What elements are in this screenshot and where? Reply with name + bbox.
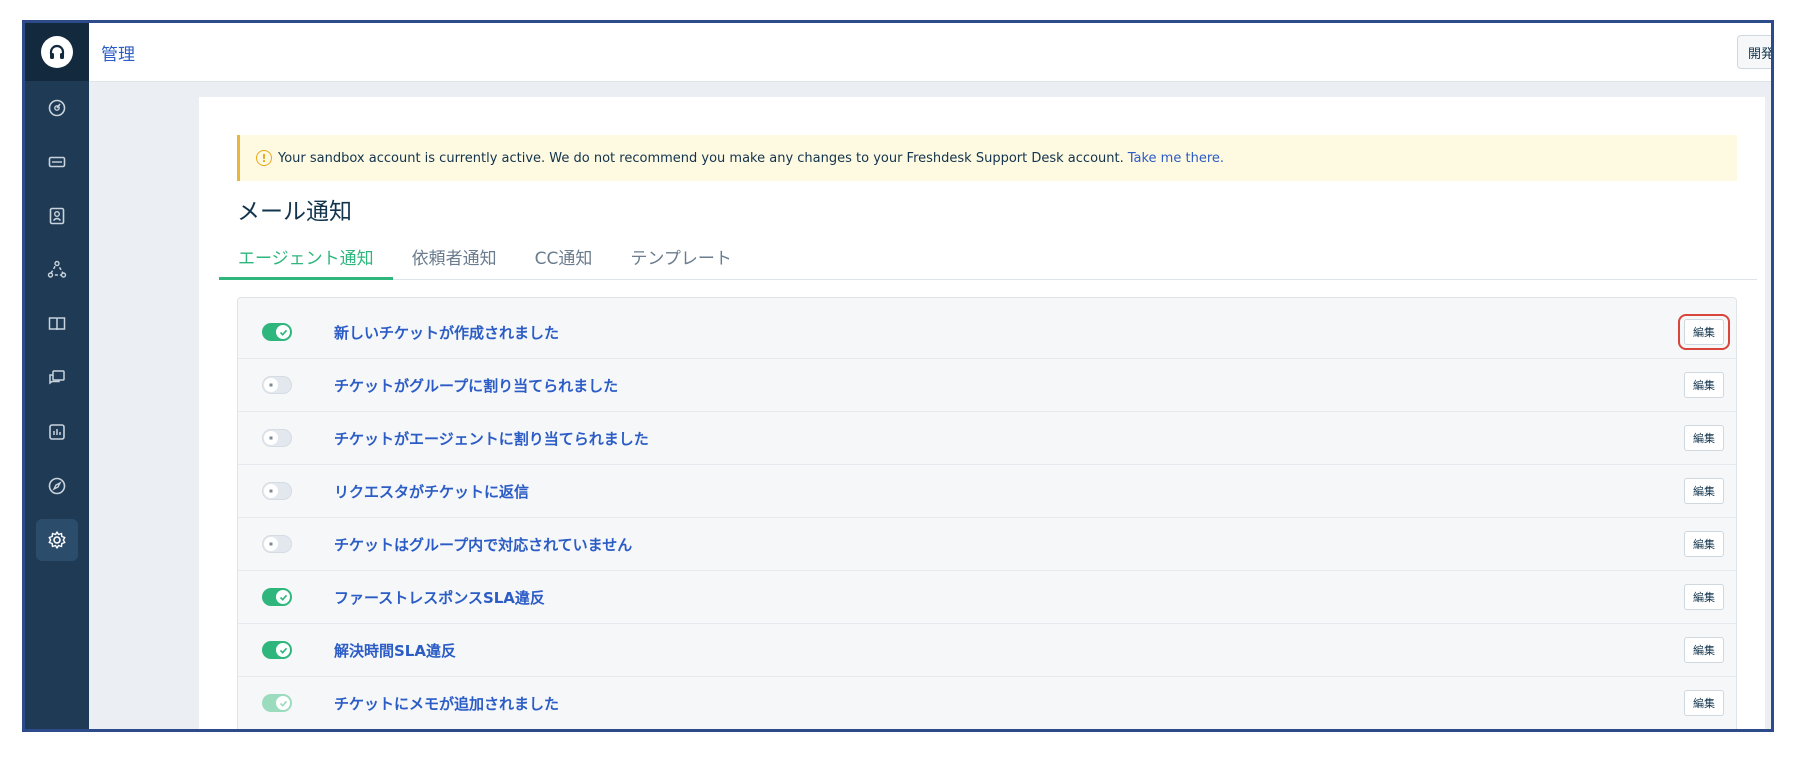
- list-item: チケットにメモが追加されました 編集: [238, 677, 1736, 729]
- banner-link[interactable]: Take me there.: [1128, 151, 1224, 166]
- solutions-book-icon: [48, 317, 66, 331]
- freshdesk-logo-icon: [41, 36, 73, 68]
- page-title: メール通知: [237, 199, 352, 225]
- sidebar-item-discover[interactable]: [25, 459, 89, 513]
- edit-button[interactable]: 編集: [1684, 637, 1724, 663]
- sandbox-banner: ! Your sandbox account is currently acti…: [237, 135, 1737, 181]
- sidebar-item-groups[interactable]: [25, 243, 89, 297]
- tab-bar: エージェント通知 依頼者通知 CC通知 テンプレート: [219, 239, 1757, 280]
- enable-toggle[interactable]: [262, 482, 292, 500]
- warning-icon: !: [256, 150, 272, 166]
- notification-list: 新しいチケットが作成されました 編集 チケットがグループに割り当てられました 編…: [237, 297, 1737, 729]
- list-item: チケットはグループ内で対応されていません 編集: [238, 518, 1736, 571]
- notification-label[interactable]: チケットにメモが追加されました: [334, 693, 559, 714]
- toggle-knob-icon: [264, 431, 278, 445]
- notification-label[interactable]: 解決時間SLA違反: [334, 640, 456, 661]
- enable-toggle[interactable]: [262, 694, 292, 712]
- tab-agent-notifications[interactable]: エージェント通知: [219, 239, 393, 280]
- groups-icon: [47, 260, 67, 278]
- sidebar-item-admin[interactable]: [25, 513, 89, 567]
- dashboard-icon: [48, 99, 66, 117]
- sidebar-item-reports[interactable]: [25, 405, 89, 459]
- logo-area[interactable]: [25, 23, 89, 81]
- toggle-knob-icon: [264, 484, 278, 498]
- list-item: リクエスタがチケットに返信 編集: [238, 465, 1736, 518]
- list-item: 新しいチケットが作成されました 編集: [238, 306, 1736, 359]
- check-icon: [276, 590, 290, 604]
- enable-toggle[interactable]: [262, 641, 292, 659]
- edit-button[interactable]: 編集: [1684, 584, 1724, 610]
- check-icon: [276, 643, 290, 657]
- list-item: チケットがエージェントに割り当てられました 編集: [238, 412, 1736, 465]
- discover-compass-icon: [48, 477, 66, 495]
- sidebar-item-tickets[interactable]: [25, 135, 89, 189]
- sidebar-item-solutions[interactable]: [25, 297, 89, 351]
- notification-label[interactable]: チケットがエージェントに割り当てられました: [334, 428, 649, 449]
- toggle-knob-icon: [264, 378, 278, 392]
- sidebar-item-dashboard[interactable]: [25, 81, 89, 135]
- top-bar: 管理 開発: [89, 23, 1771, 82]
- forums-icon: [49, 370, 65, 385]
- topbar-right-button[interactable]: 開発: [1737, 35, 1771, 69]
- notification-label[interactable]: チケットはグループ内で対応されていません: [334, 534, 632, 555]
- page-breadcrumb-title[interactable]: 管理: [101, 40, 135, 65]
- app-frame: 管理 開発 ! Your sandbox account is currentl…: [22, 20, 1774, 732]
- sidebar-item-forums[interactable]: [25, 351, 89, 405]
- edit-button[interactable]: 編集: [1684, 372, 1724, 398]
- sidebar: [25, 23, 89, 729]
- check-icon: [276, 696, 290, 710]
- check-icon: [276, 325, 290, 339]
- edit-button[interactable]: 編集: [1684, 690, 1724, 716]
- enable-toggle[interactable]: [262, 376, 292, 394]
- enable-toggle[interactable]: [262, 535, 292, 553]
- contacts-icon: [49, 207, 65, 225]
- reports-icon: [49, 424, 65, 440]
- tab-cc-notifications[interactable]: CC通知: [516, 239, 612, 279]
- main-content: ! Your sandbox account is currently acti…: [199, 97, 1765, 729]
- edit-button[interactable]: 編集: [1684, 425, 1724, 451]
- banner-text: Your sandbox account is currently active…: [278, 150, 1124, 166]
- notification-label[interactable]: チケットがグループに割り当てられました: [334, 375, 618, 396]
- notification-label[interactable]: ファーストレスポンスSLA違反: [334, 587, 545, 608]
- notification-label[interactable]: リクエスタがチケットに返信: [334, 481, 529, 502]
- ticket-icon: [48, 156, 66, 168]
- enable-toggle[interactable]: [262, 323, 292, 341]
- edit-button[interactable]: 編集: [1678, 314, 1730, 350]
- enable-toggle[interactable]: [262, 429, 292, 447]
- list-item: 解決時間SLA違反 編集: [238, 624, 1736, 677]
- toggle-knob-icon: [264, 537, 278, 551]
- tab-templates[interactable]: テンプレート: [611, 239, 751, 279]
- sidebar-item-contacts[interactable]: [25, 189, 89, 243]
- edit-button[interactable]: 編集: [1684, 478, 1724, 504]
- list-item: ファーストレスポンスSLA違反 編集: [238, 571, 1736, 624]
- list-item: チケットがグループに割り当てられました 編集: [238, 359, 1736, 412]
- enable-toggle[interactable]: [262, 588, 292, 606]
- tab-requester-notifications[interactable]: 依頼者通知: [393, 239, 516, 279]
- notification-label[interactable]: 新しいチケットが作成されました: [334, 322, 559, 343]
- gear-icon: [48, 531, 66, 549]
- edit-button[interactable]: 編集: [1684, 531, 1724, 557]
